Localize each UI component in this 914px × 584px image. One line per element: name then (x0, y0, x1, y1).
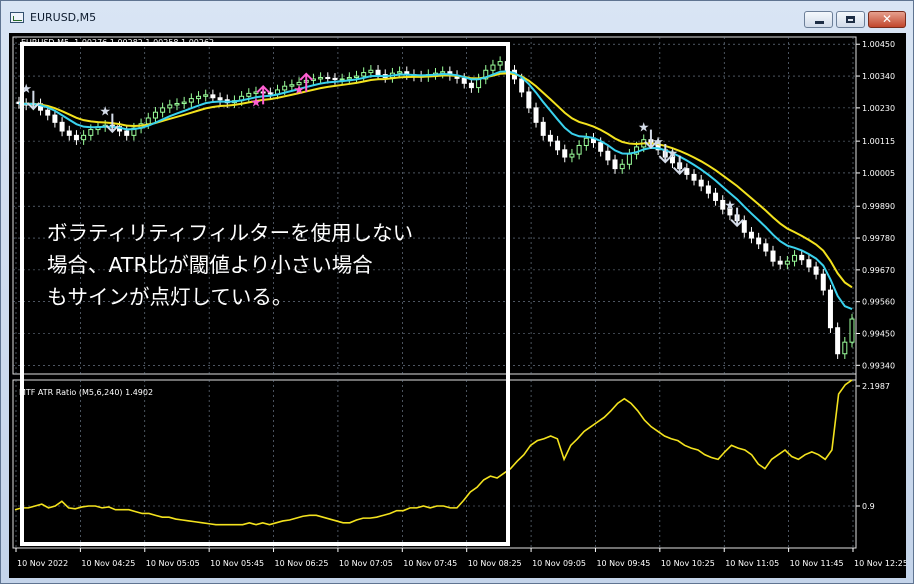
maximize-icon (846, 16, 855, 23)
price-tick-label: 1.00115 (862, 137, 895, 146)
bear-candle (526, 91, 532, 109)
time-tick-label: 10 Nov 05:45 (210, 559, 264, 568)
indicator-tick-label: 0.9 (862, 502, 875, 511)
time-tick-label: 10 Nov 06:25 (275, 559, 329, 568)
bear-candle (770, 250, 776, 262)
bull-candle (626, 153, 632, 165)
bull-candle (792, 254, 798, 262)
price-tick-label: 1.00230 (862, 104, 895, 113)
bear-candle (763, 243, 769, 252)
bear-candle (756, 237, 762, 245)
bear-candle (705, 185, 711, 194)
time-tick-label: 10 Nov 09:45 (596, 559, 650, 568)
close-button[interactable]: ✕ (868, 11, 906, 28)
price-tick-label: 0.99780 (862, 234, 895, 243)
time-tick-label: 10 Nov 11:45 (790, 559, 844, 568)
price-tick-label: 0.99450 (862, 330, 895, 339)
chart-window-icon (10, 12, 24, 23)
bear-candle (799, 254, 805, 261)
price-tick-label: 1.00450 (862, 40, 895, 49)
bear-candle (598, 142, 604, 152)
time-tick-label: 10 Nov 10:25 (661, 559, 715, 568)
sell-star-marker: ★ (724, 199, 736, 214)
bear-candle (612, 159, 618, 170)
maximize-button[interactable] (836, 11, 865, 28)
bear-candle (605, 150, 611, 161)
price-tick-label: 0.99670 (862, 266, 895, 275)
bear-candle (540, 121, 546, 136)
bear-candle (519, 78, 525, 93)
terminal-window: EURUSD,M5 ✕ 10 Nov 2022 10 Nov 04:25 10 No… (0, 0, 914, 584)
bear-candle (691, 173, 697, 181)
time-tick-label: 10 Nov 07:45 (403, 559, 457, 568)
bear-candle (547, 134, 553, 142)
bull-candle (576, 144, 582, 155)
bear-candle (806, 259, 812, 268)
price-tick-label: 1.00005 (862, 169, 895, 178)
bull-candle (784, 260, 790, 265)
bear-candle (813, 266, 819, 275)
sell-star-marker: ★ (652, 135, 664, 150)
time-tick-label: 10 Nov 12:25 (854, 559, 906, 568)
bull-candle (842, 341, 848, 355)
minimize-icon (815, 21, 824, 24)
price-tick-label: 0.99560 (862, 298, 895, 307)
bear-candle (741, 220, 747, 233)
time-tick-label: 10 Nov 05:05 (146, 559, 200, 568)
price-tick-label: 0.99890 (862, 202, 895, 211)
chart-area[interactable]: 10 Nov 2022 10 Nov 04:25 10 Nov 05:05 10 No… (9, 33, 906, 578)
time-tick-label: 10 Nov 04:25 (81, 559, 135, 568)
close-icon: ✕ (882, 12, 893, 26)
time-tick-label: 10 Nov 09:05 (532, 559, 586, 568)
bear-candle (820, 273, 826, 291)
bear-candle (777, 260, 783, 265)
indicator-tick-label: 2.1987 (862, 382, 890, 391)
time-tick-label: 10 Nov 08:25 (468, 559, 522, 568)
bear-candle (562, 149, 568, 158)
bear-candle (555, 140, 561, 151)
price-tick-label: 1.00340 (862, 72, 895, 81)
bull-candle (583, 137, 589, 146)
sell-star-marker: ★ (667, 147, 679, 162)
price-tick-label: 0.99340 (862, 361, 895, 370)
bear-candle (827, 289, 833, 329)
sell-star-marker: ★ (638, 121, 650, 136)
bear-candle (835, 327, 841, 355)
bear-candle (533, 107, 539, 123)
time-tick-label: 10 Nov 2022 (17, 559, 68, 568)
bear-candle (698, 179, 704, 187)
minimize-button[interactable] (804, 11, 833, 28)
bull-candle (569, 153, 575, 158)
bull-candle (849, 318, 855, 343)
time-tick-label: 10 Nov 07:05 (339, 559, 393, 568)
window-title: EURUSD,M5 (30, 11, 97, 24)
bear-candle (713, 192, 719, 201)
bear-candle (748, 231, 754, 239)
annotation-text: ボラティリティフィルターを使用しない 場合、ATR比が閾値より小さい場合 もサイ… (47, 221, 414, 309)
bull-candle (619, 163, 625, 170)
time-tick-label: 10 Nov 11:05 (725, 559, 779, 568)
title-bar[interactable]: EURUSD,M5 ✕ (1, 1, 913, 33)
bear-candle (684, 168, 690, 175)
